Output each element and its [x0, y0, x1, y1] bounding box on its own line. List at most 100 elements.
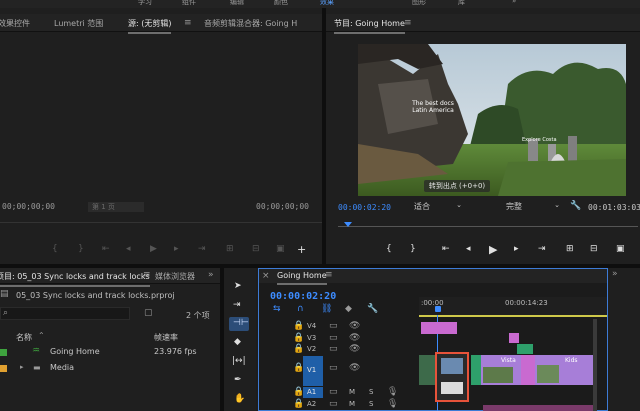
step-forward-icon[interactable]: ▸	[174, 245, 179, 254]
export-frame-icon[interactable]: ▣	[616, 245, 625, 254]
go-to-out-icon[interactable]: ⇥	[198, 245, 206, 254]
tab-effect-controls[interactable]: 效果控件	[0, 18, 30, 29]
solo-button[interactable]: S	[369, 400, 373, 408]
tab-source[interactable]: 源: (无剪辑)	[128, 18, 172, 34]
search-input[interactable]: ⌕	[0, 307, 130, 320]
add-marker-icon[interactable]: ◆	[345, 305, 352, 314]
slip-tool-icon[interactable]: |↔|	[232, 357, 246, 366]
mute-button[interactable]: M	[349, 400, 355, 408]
program-scrub-bar[interactable]	[326, 222, 640, 230]
highlighted-clip-box[interactable]	[435, 352, 469, 402]
timeline-timecode[interactable]: 00:00:02:20	[270, 291, 336, 302]
workspace-edit[interactable]: 编辑	[230, 0, 244, 7]
step-forward-icon[interactable]: ▸	[514, 245, 519, 254]
pen-tool-icon[interactable]: ✒	[234, 376, 242, 385]
col-name-header[interactable]: 名称	[16, 332, 32, 343]
panel-menu-icon[interactable]: ≡	[143, 271, 151, 280]
mark-in-icon[interactable]: {	[386, 245, 392, 254]
mark-out-icon[interactable]: }	[78, 245, 84, 254]
tab-sequence[interactable]: Going Home	[277, 271, 327, 285]
tab-media-browser[interactable]: 媒体浏览器	[155, 271, 195, 282]
selection-tool-icon[interactable]: ➤	[234, 282, 242, 291]
clip-v1-c[interactable]	[521, 355, 535, 385]
close-icon[interactable]: ×	[262, 272, 270, 281]
eye-icon[interactable]: 👁	[349, 322, 360, 331]
timeline-settings-icon[interactable]: 🔧	[367, 305, 378, 314]
timeline-ruler[interactable]: :00:00 00:00:14:23	[419, 297, 607, 317]
panel-menu-icon[interactable]: ≡	[404, 19, 412, 28]
microphone-icon[interactable]: 🎙	[387, 388, 398, 397]
add-button-icon[interactable]: +	[297, 244, 306, 255]
go-to-in-icon[interactable]: ⇤	[102, 245, 110, 254]
razor-tool-icon[interactable]: ◆	[234, 338, 241, 347]
clip-v3[interactable]	[509, 333, 519, 343]
workspace-libraries[interactable]: 库	[458, 0, 465, 7]
sync-lock-icon[interactable]: ▭	[329, 364, 338, 373]
solo-button[interactable]: S	[369, 388, 373, 396]
tab-lumetri-scopes[interactable]: Lumetri 范围	[54, 18, 103, 29]
disclosure-triangle-icon[interactable]: ▸	[20, 363, 24, 371]
project-item-row[interactable]: ♒ Going Home 23.976 fps	[0, 346, 208, 362]
program-video-frame[interactable]: The best docs Latin America Explore Cost…	[358, 44, 626, 196]
workspace-effects[interactable]: 效果	[320, 0, 334, 7]
audio-clips-a2[interactable]	[483, 405, 593, 411]
fit-select[interactable]: 适合 ⌄	[414, 201, 466, 212]
playhead-marker[interactable]	[344, 222, 352, 227]
source-timecode-current[interactable]: 00;00;00;00	[2, 202, 55, 211]
source-patch-a1[interactable]: A1	[303, 387, 323, 398]
play-icon[interactable]: ▶	[150, 245, 157, 254]
clip-v1-kids[interactable]: Kids	[535, 355, 593, 385]
workspace-assembly[interactable]: 组件	[182, 0, 196, 7]
lock-icon[interactable]: 🔒	[293, 400, 304, 409]
workspace-learn[interactable]: 学习	[138, 0, 152, 7]
panel-overflow-icon[interactable]: »	[208, 271, 214, 280]
clip-v1-vista[interactable]: Vista	[481, 355, 521, 385]
workspace-graphics[interactable]: 图形	[412, 0, 426, 7]
insert-icon[interactable]: ⊞	[226, 245, 234, 254]
col-fps-header[interactable]: 帧速率	[154, 332, 178, 343]
source-patch-v1[interactable]: V1	[303, 356, 323, 386]
eye-icon[interactable]: 👁	[349, 364, 360, 373]
lock-icon[interactable]: 🔒	[293, 345, 304, 354]
playhead-handle[interactable]	[435, 306, 441, 312]
panel-overflow-icon[interactable]: »	[612, 270, 618, 279]
tab-audio-clip-mixer[interactable]: 音频剪辑混合器: Going H	[204, 18, 297, 29]
step-back-icon[interactable]: ◂	[466, 245, 471, 254]
export-frame-icon[interactable]: ▣	[276, 245, 285, 254]
source-scrub-bar[interactable]	[0, 222, 322, 223]
overwrite-icon[interactable]: ⊟	[252, 245, 260, 254]
program-timecode-current[interactable]: 00:00:02:20	[338, 203, 391, 212]
sync-lock-icon[interactable]: ▭	[329, 345, 338, 354]
source-page-select[interactable]: 第 1 页	[88, 202, 144, 212]
mark-in-icon[interactable]: {	[52, 245, 58, 254]
linked-selection-icon[interactable]: ⛓	[321, 305, 332, 314]
lock-icon[interactable]: 🔒	[293, 334, 304, 343]
microphone-icon[interactable]: 🎙	[387, 400, 398, 409]
clip-v4[interactable]	[421, 322, 457, 334]
hand-tool-icon[interactable]: ✋	[234, 395, 245, 404]
clip-v2-green[interactable]	[517, 344, 533, 354]
lock-icon[interactable]: 🔒	[293, 322, 304, 331]
workspace-color[interactable]: 颜色	[274, 0, 288, 7]
work-area-bar[interactable]	[419, 315, 607, 317]
new-bin-icon[interactable]: ▢	[144, 309, 153, 318]
project-item-row[interactable]: ▸ ▬ Media	[0, 363, 208, 378]
extract-icon[interactable]: ⊟	[590, 245, 598, 254]
eye-icon[interactable]: 👁	[349, 345, 360, 354]
clip-v1-b[interactable]	[471, 355, 481, 385]
sync-lock-icon[interactable]: ▭	[329, 334, 338, 343]
track-select-tool-icon[interactable]: ⇥	[233, 301, 241, 310]
eye-icon[interactable]: 👁	[349, 334, 360, 343]
panel-menu-icon[interactable]: ≡	[325, 271, 333, 280]
go-to-in-icon[interactable]: ⇤	[442, 245, 450, 254]
quality-select[interactable]: 完整 ⌄	[506, 201, 562, 212]
lift-icon[interactable]: ⊞	[566, 245, 574, 254]
panel-menu-icon[interactable]: ≡	[184, 19, 192, 28]
mark-out-icon[interactable]: }	[410, 245, 416, 254]
vertical-scrollbar[interactable]	[593, 319, 597, 411]
workspace-more-icon[interactable]: »	[512, 0, 516, 5]
wrench-icon[interactable]: 🔧	[570, 202, 581, 211]
sync-lock-icon[interactable]: ▭	[329, 388, 338, 397]
mute-button[interactable]: M	[349, 388, 355, 396]
sync-lock-icon[interactable]: ▭	[329, 400, 338, 409]
